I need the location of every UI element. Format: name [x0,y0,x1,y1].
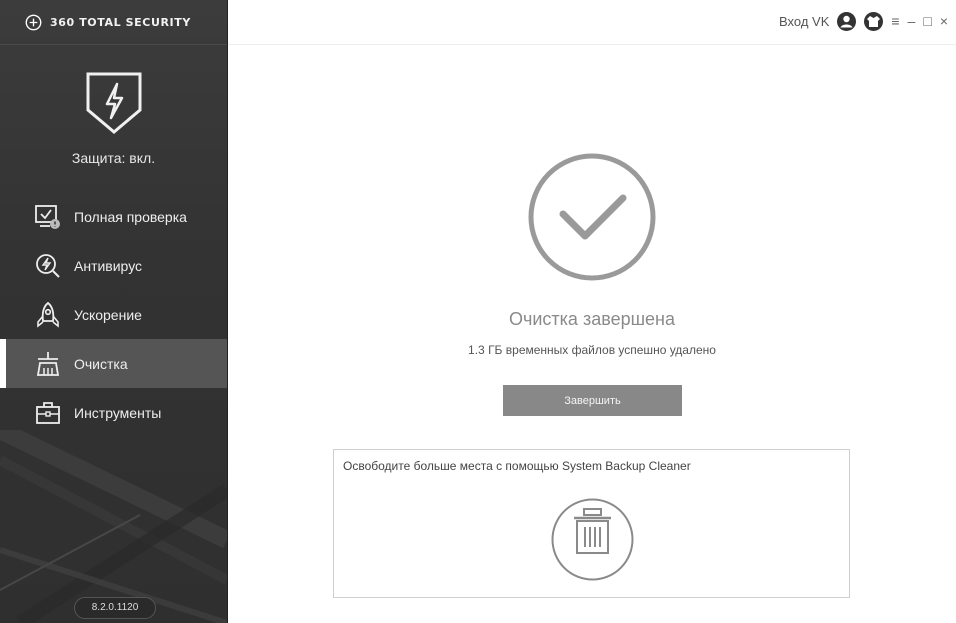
menu-icon[interactable]: ≡ [891,12,899,31]
version-badge: 8.2.0.1120 [74,597,156,619]
checkmark-icon [528,153,656,281]
login-link[interactable]: Вход VK [779,14,829,29]
finish-button[interactable]: Завершить [503,385,682,416]
minimize-icon[interactable]: – [908,12,916,31]
rocket-icon [34,301,62,329]
result-subtitle: 1.3 ГБ временных файлов успешно удалено [468,343,716,357]
close-icon[interactable]: × [940,12,948,31]
sidebar-decoration [0,430,227,623]
title-bar-controls: Вход VK ≡ – □ × [779,12,948,31]
active-indicator [0,339,6,388]
sidebar-item-label: Полная проверка [74,208,187,225]
sidebar-item-label: Очистка [74,355,128,372]
sidebar-item-cleanup[interactable]: Очистка [0,339,227,388]
trash-icon[interactable] [550,497,635,582]
sidebar-item-label: Антивирус [74,257,143,274]
user-icon[interactable] [837,12,857,31]
brand-header: 360 TOTAL SECURITY [0,0,227,45]
protection-shield[interactable] [0,70,227,136]
sidebar-item-full-scan[interactable]: Полная проверка [0,192,227,241]
full-scan-icon [34,203,62,231]
sidebar: 360 TOTAL SECURITY Защита: вкл. Полная п… [0,0,228,623]
logo-icon [25,14,42,30]
sidebar-item-label: Инструменты [74,404,162,421]
title-bar: Вход VK ≡ – □ × [228,0,956,45]
shield-icon [86,72,141,134]
antivirus-icon [34,252,62,280]
broom-icon [34,350,62,378]
toolbox-icon [34,399,62,427]
sidebar-nav: Полная проверка Антивирус Ускорение Очис… [0,192,227,437]
sidebar-item-speedup[interactable]: Ускорение [0,290,227,339]
skin-icon[interactable] [864,12,884,31]
promo-text: Освободите больше места с помощью System… [343,459,691,473]
protection-status: Защита: вкл. [71,150,156,166]
sidebar-item-label: Ускорение [74,306,142,323]
promo-card[interactable]: Освободите больше места с помощью System… [333,449,850,598]
maximize-icon[interactable]: □ [923,12,931,31]
sidebar-item-antivirus[interactable]: Антивирус [0,241,227,290]
app-window: 360 TOTAL SECURITY Защита: вкл. Полная п… [0,0,956,623]
brand-name: 360 TOTAL SECURITY [50,15,191,29]
result-title: Очистка завершена [508,309,675,329]
